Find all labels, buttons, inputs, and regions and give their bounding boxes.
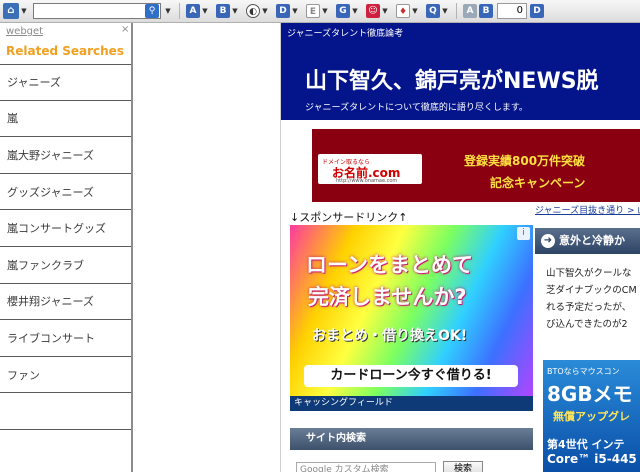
site-title[interactable]: 山下智久、錦戸亮がNEWS脱 (305, 63, 599, 95)
loan-ad-banner[interactable]: i ローンをまとめて 完済しませんか? おまとめ・借り換えOK! カードローン今… (290, 225, 533, 411)
toolbar-logo-icon[interactable]: ⌂ (3, 3, 19, 19)
search-icon[interactable]: ⚲ (145, 4, 159, 18)
toolbar-tag-icon[interactable]: ♦ (396, 4, 410, 18)
blank-area (133, 23, 281, 472)
site-search-heading: サイト内検索 (290, 428, 533, 450)
loan-ad-footer: キャッシングフィールド (290, 396, 533, 411)
side-article-text: 山下智久がクールな 芝ダイナブックのCM れる予定だったが、 び込んできたのが2 (546, 265, 640, 333)
bto-ad-offer: 無償アップグレ (553, 410, 630, 423)
chevron-down-icon[interactable]: ▼ (163, 7, 173, 15)
sponsored-link-label: ↓スポンサードリンク↑ (290, 211, 408, 224)
chevron-down-icon[interactable]: ▼ (19, 7, 29, 15)
chevron-down-icon[interactable]: ▼ (320, 7, 330, 15)
onamae-logo-url: http://www.onamae.com (336, 178, 398, 184)
side-text-line: び込んできたのが2 (546, 319, 628, 330)
related-search-item[interactable] (0, 393, 131, 430)
site-header-banner[interactable]: ジャニーズタレント徹底論考 山下智久、錦戸亮がNEWS脱 ジャニーズタレントにつ… (281, 23, 640, 120)
side-text-line: れる予定だったが、 (546, 302, 632, 313)
bto-ad-cpu-line: 第4世代 インテ (547, 438, 625, 451)
toolbar-button-d[interactable]: D (276, 4, 290, 18)
toolbar-divider (456, 3, 457, 19)
browser-toolbar: ⌂ ▼ ⚲ ▼ A ▼ B ▼ ◐ ▼ D ▼ E ▼ G ▼ ☺ ▼ ♦ ▼ … (0, 0, 640, 23)
bto-ad-tagline: BTOならマウスコン (547, 367, 620, 376)
chevron-down-icon[interactable]: ▼ (200, 7, 210, 15)
ad-info-icon[interactable]: i (517, 227, 530, 240)
related-searches-sidebar: webget × Related Searches ジャニーズ 嵐 嵐大野ジャニ… (0, 23, 133, 472)
chevron-down-icon[interactable]: ▼ (350, 7, 360, 15)
loan-ad-subline: おまとめ・借り換えOK! (312, 328, 468, 344)
chevron-down-icon[interactable]: ▼ (380, 7, 390, 15)
onamae-ad-subline: 記念キャンペーン (490, 176, 586, 190)
chevron-down-icon[interactable]: ▼ (410, 7, 420, 15)
related-search-item[interactable]: 嵐コンサートグッズ (0, 210, 131, 247)
chevron-down-icon[interactable]: ▼ (290, 7, 300, 15)
related-search-item[interactable]: 嵐 (0, 100, 131, 138)
toolbar-button-g[interactable]: G (336, 4, 350, 18)
side-text-line: 芝ダイナブックのCM (546, 285, 637, 296)
toolbar-button-b2[interactable]: B (479, 4, 493, 18)
bto-ad-headline: 8GBメモ (547, 382, 633, 406)
loan-ad-button[interactable]: カードローン今すぐ借りる! (304, 365, 518, 387)
related-search-item[interactable]: ジャニーズ (0, 64, 131, 101)
bto-ad-banner[interactable]: BTOならマウスコン 8GBメモ 無償アップグレ 第4世代 インテ Core™ … (543, 360, 640, 472)
toolbar-page-icon[interactable]: E (306, 4, 320, 18)
onamae-ad-headline: 登録実績800万件突破 (464, 154, 586, 168)
side-article-heading[interactable]: ➜ 意外と冷静か (535, 228, 640, 254)
related-searches-list: ジャニーズ 嵐 嵐大野ジャニーズ グッズジャニーズ 嵐コンサートグッズ 嵐ファン… (0, 64, 131, 430)
toolbar-dim-icon[interactable]: A (463, 4, 477, 18)
site-search-input[interactable]: Google カスタム検索 (296, 462, 436, 472)
toolbar-button-b[interactable]: B (216, 4, 230, 18)
toolbar-button-q[interactable]: Q (426, 4, 440, 18)
onamae-ad-banner[interactable]: ドメイン取るなら お名前.com http://www.onamae.com 登… (312, 129, 640, 202)
related-search-item[interactable]: 嵐ファンクラブ (0, 246, 131, 284)
related-search-item[interactable]: 櫻井翔ジャニーズ (0, 283, 131, 321)
site-description: ジャニーズタレントについて徹底的に語り尽くします。 (305, 103, 528, 113)
loan-ad-headline: ローンをまとめて (306, 253, 473, 277)
related-search-item[interactable]: ライブコンサート (0, 320, 131, 357)
site-search-button[interactable]: 検索 (443, 461, 483, 472)
toolbar-button-a[interactable]: A (186, 4, 200, 18)
onamae-logo: ドメイン取るなら お名前.com http://www.onamae.com (318, 154, 422, 184)
web-page: ジャニーズタレント徹底論考 山下智久、錦戸亮がNEWS脱 ジャニーズタレントにつ… (281, 23, 640, 472)
related-search-item[interactable]: 嵐大野ジャニーズ (0, 137, 131, 174)
related-search-item[interactable]: グッズジャニーズ (0, 173, 131, 211)
toolbar-button-d2[interactable]: D (530, 4, 544, 18)
chevron-down-icon[interactable]: ▼ (260, 7, 270, 15)
chevron-down-icon[interactable]: ▼ (230, 7, 240, 15)
related-search-item[interactable]: ファン (0, 356, 131, 394)
toolbar-search-input[interactable] (33, 3, 161, 19)
toolbar-divider (179, 3, 180, 19)
sidebar-title: Related Searches (6, 44, 124, 58)
webget-link[interactable]: webget (6, 26, 43, 37)
toolbar-smiley-icon[interactable]: ☺ (366, 4, 380, 18)
toolbar-counter: 0 (497, 3, 527, 19)
toolbar-circle-icon[interactable]: ◐ (246, 4, 260, 18)
site-subtitle: ジャニーズタレント徹底論考 (287, 29, 404, 39)
chevron-down-icon[interactable]: ▼ (440, 7, 450, 15)
breadcrumb[interactable]: ジャニーズ目抜き通り > 山 (535, 203, 640, 216)
side-heading-text: 意外と冷静か (559, 234, 625, 247)
bto-ad-cpu-model: Core™ i5-445 (547, 452, 637, 466)
close-icon[interactable]: × (121, 24, 129, 35)
arrow-circle-icon: ➜ (541, 234, 555, 248)
side-text-line: 山下智久がクールな (546, 268, 632, 279)
loan-ad-headline-2: 完済しませんか? (308, 285, 467, 309)
